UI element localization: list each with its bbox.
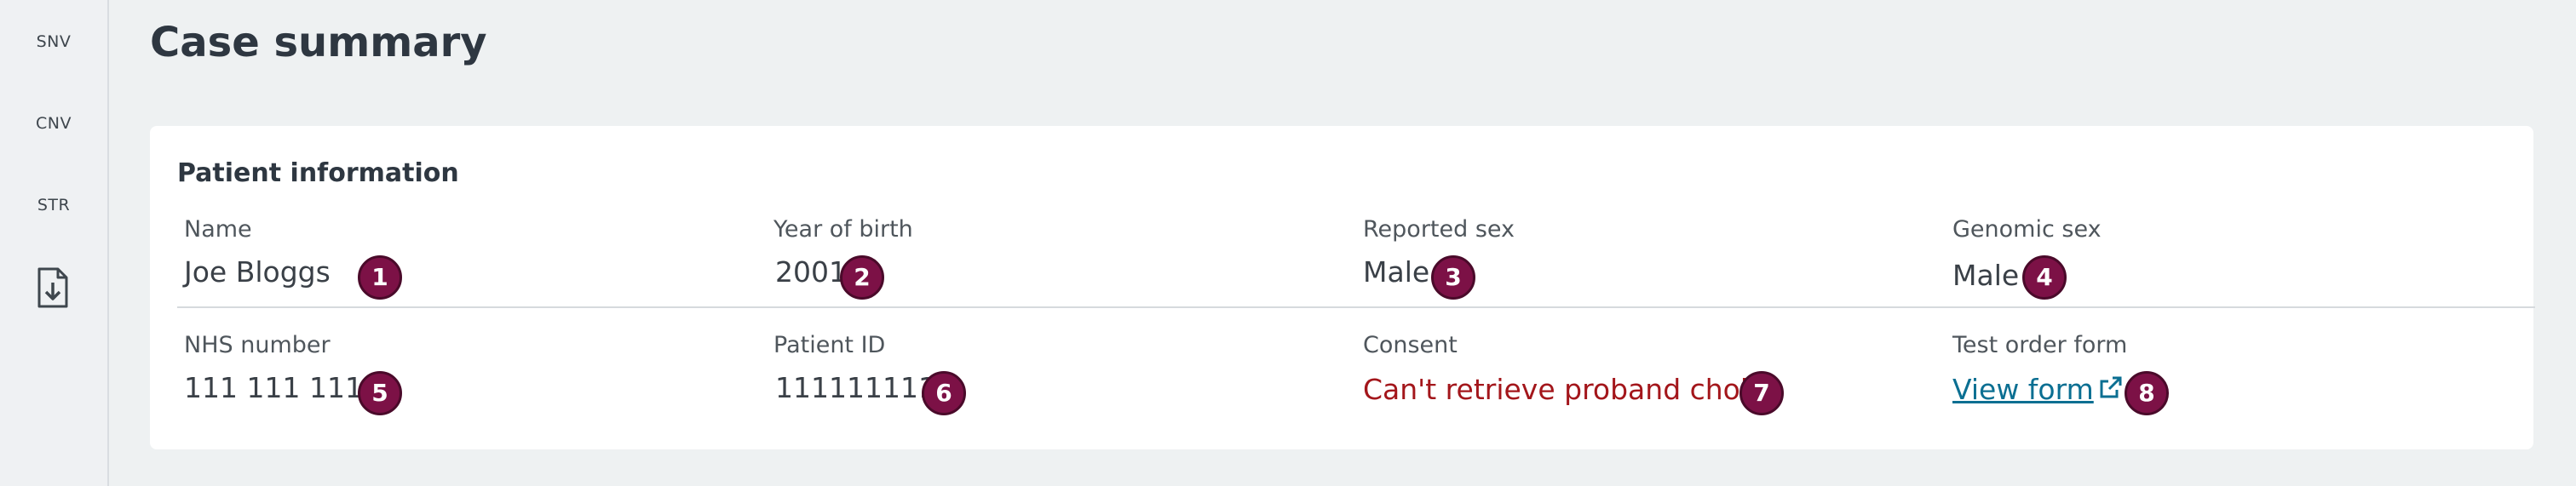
view-form-link-text[interactable]: View form xyxy=(1952,373,2094,406)
reported-sex-value: Male xyxy=(1363,255,1430,289)
name-value: Joe Bloggs xyxy=(184,255,331,289)
annotation-badge-1: 1 xyxy=(358,255,402,300)
sidebar-item-cnv[interactable]: CNV xyxy=(0,114,107,133)
annotation-badge-3: 3 xyxy=(1431,255,1475,300)
genomic-sex-value: Male xyxy=(1952,259,2020,292)
year-of-birth-label: Year of birth xyxy=(773,216,913,243)
year-of-birth-value: 2001 xyxy=(775,255,847,289)
patient-id-value: 111111111 xyxy=(775,371,936,404)
view-form-link[interactable]: View form xyxy=(1952,373,2123,406)
genomic-sex-label: Genomic sex xyxy=(1952,216,2102,243)
consent-value: Can't retrieve proband choice xyxy=(1363,373,1781,406)
card-title: Patient information xyxy=(177,158,459,188)
consent-label: Consent xyxy=(1363,332,1458,358)
annotation-badge-8: 8 xyxy=(2125,371,2169,415)
nhs-number-value: 111 111 1111 xyxy=(184,371,381,404)
annotation-badge-5: 5 xyxy=(358,371,402,415)
patient-information-card: Patient information Name Joe Bloggs 1 Ye… xyxy=(150,126,2535,449)
patient-id-label: Patient ID xyxy=(773,332,886,358)
annotation-badge-2: 2 xyxy=(840,255,884,300)
file-download-icon[interactable] xyxy=(36,267,70,308)
test-order-form-label: Test order form xyxy=(1952,332,2128,358)
annotation-badge-4: 4 xyxy=(2022,255,2067,300)
nhs-number-label: NHS number xyxy=(184,332,331,358)
annotation-badge-7: 7 xyxy=(1739,371,1784,415)
reported-sex-label: Reported sex xyxy=(1363,216,1515,243)
page-title: Case summary xyxy=(150,19,487,66)
annotation-badge-6: 6 xyxy=(922,371,966,415)
external-link-icon[interactable] xyxy=(2099,373,2123,398)
sidebar-item-snv[interactable]: SNV xyxy=(0,32,107,51)
row-divider xyxy=(177,306,2535,308)
sidebar: SNV CNV STR xyxy=(0,0,109,486)
sidebar-item-str[interactable]: STR xyxy=(0,196,107,214)
name-label: Name xyxy=(184,216,252,243)
